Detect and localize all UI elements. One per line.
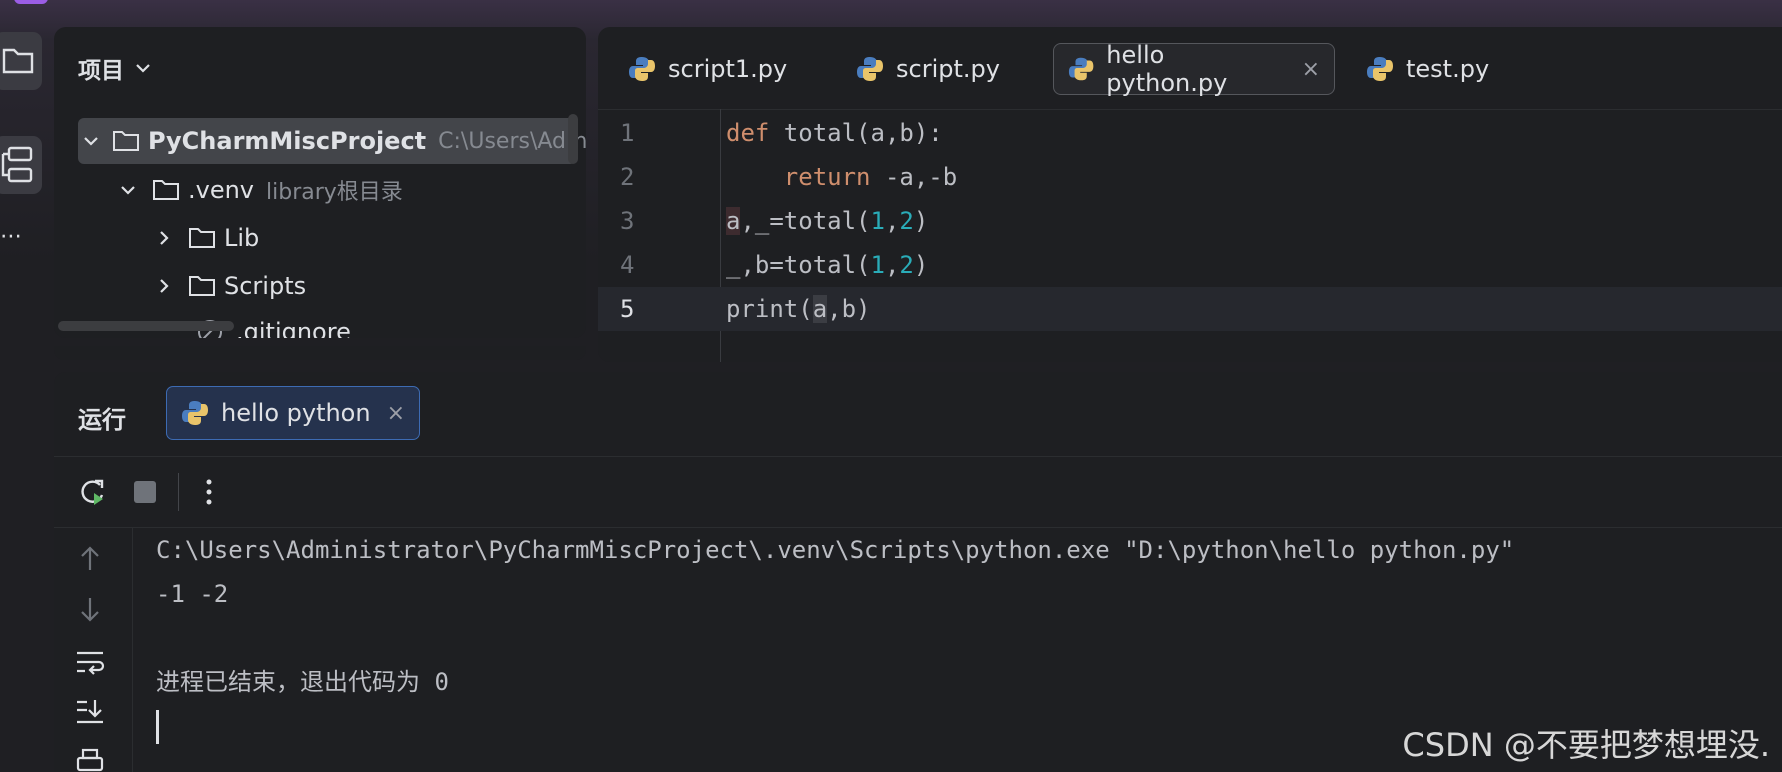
code-text: return -a,-b — [783, 163, 958, 191]
folder-icon — [189, 228, 215, 248]
python-file-icon — [629, 57, 655, 81]
activity-bar: ⋯ — [0, 0, 48, 772]
folder-icon — [189, 276, 215, 296]
code-line[interactable]: 3 a,_=total(1,2) — [598, 199, 1782, 243]
console-side-toolbar — [54, 528, 133, 772]
run-toolbar — [54, 457, 1782, 528]
line-number: 4 — [620, 251, 635, 279]
tab-label: test.py — [1406, 55, 1490, 83]
python-file-icon — [1068, 57, 1094, 81]
watermark: CSDN @不要把梦想埋没. — [1402, 726, 1770, 764]
toolbar-separator — [178, 473, 179, 511]
tree-item-label: Scripts — [224, 272, 307, 300]
horizontal-scrollbar[interactable] — [58, 321, 234, 331]
more-tools-icon[interactable]: ⋯ — [0, 224, 23, 249]
arrow-up-icon — [81, 546, 99, 570]
tree-item-label: .gitignore — [236, 318, 351, 338]
tree-item-label: .venv — [188, 176, 255, 204]
stop-icon — [134, 481, 156, 503]
tab-label: script1.py — [668, 55, 788, 83]
tree-item-label: Lib — [224, 224, 260, 252]
close-icon[interactable]: × — [387, 401, 405, 426]
project-panel-header[interactable]: 项目 — [78, 51, 152, 85]
code-line[interactable]: 2 return -a,-b — [598, 155, 1782, 199]
editor-panel: script1.py script.py hello python.py × t… — [598, 27, 1782, 362]
console-line: C:\Users\Administrator\PyCharmMiscProjec… — [156, 536, 1515, 564]
tab-hello-python[interactable]: hello python.py × — [1053, 41, 1335, 97]
code-line[interactable]: 1 def total(a,b): — [598, 111, 1782, 155]
chevron-right-icon[interactable] — [158, 277, 170, 295]
run-panel: 运行 hello python × C:\Users\Administrator… — [54, 372, 1782, 772]
structure-icon — [1, 146, 33, 183]
console-line: -1 -2 — [156, 580, 229, 608]
python-file-icon — [1367, 57, 1393, 81]
project-tool-button[interactable] — [0, 32, 42, 90]
tree-item-scripts[interactable]: Scripts — [152, 263, 306, 309]
tree-item-root[interactable]: PyCharmMiscProject C:\Users\Admi — [78, 118, 586, 164]
run-panel-header: 运行 hello python × — [54, 372, 1782, 457]
scroll-to-end-icon — [77, 700, 103, 724]
chevron-down-icon[interactable] — [82, 135, 100, 147]
line-number: 5 — [620, 295, 635, 323]
tab-script1[interactable]: script1.py — [614, 43, 801, 95]
chevron-right-icon[interactable] — [158, 229, 170, 247]
run-config-tab[interactable]: hello python × — [166, 386, 420, 440]
soft-wrap-icon — [77, 651, 105, 675]
chevron-down-icon — [136, 64, 150, 73]
tab-label: hello python.py — [1106, 41, 1228, 97]
code-text: _,b=total(1,2) — [726, 251, 929, 279]
tree-item-venv[interactable]: .venv library根目录 — [116, 167, 403, 213]
project-panel-title: 项目 — [78, 58, 124, 84]
editor-tab-bar: script1.py script.py hello python.py × t… — [598, 27, 1782, 110]
tree-item-path: C:\Users\Admi — [438, 128, 586, 154]
folder-icon — [2, 48, 34, 74]
scroll-to-end-button[interactable] — [74, 696, 106, 728]
folder-icon — [113, 131, 139, 151]
console-input-line[interactable] — [156, 704, 1514, 748]
console-line: 进程已结束，退出代码为 0 — [156, 668, 449, 696]
project-panel: 项目 PyCharmMiscProject C:\Users\Admi .ven… — [54, 27, 586, 338]
structure-tool-button[interactable] — [0, 136, 42, 194]
line-number: 3 — [620, 207, 635, 235]
console-output[interactable]: C:\Users\Administrator\PyCharmMiscProjec… — [156, 528, 1514, 748]
printer-icon — [76, 748, 104, 772]
panel-divider[interactable] — [54, 346, 586, 360]
python-file-icon — [857, 57, 883, 81]
line-number: 1 — [620, 119, 635, 147]
vertical-scrollbar[interactable] — [568, 114, 578, 164]
code-text: def total(a,b): — [726, 119, 943, 147]
rerun-button[interactable] — [78, 477, 108, 507]
app-logo — [14, 0, 48, 4]
python-file-icon — [182, 401, 208, 425]
soft-wrap-button[interactable] — [74, 646, 106, 678]
tab-test[interactable]: test.py — [1352, 43, 1503, 95]
rerun-icon — [81, 479, 104, 505]
tree-item-lib[interactable]: Lib — [152, 215, 259, 261]
tree-item-hint: library根目录 — [266, 180, 403, 205]
tree-item-label: PyCharmMiscProject — [148, 127, 427, 155]
arrow-down-icon — [81, 598, 99, 622]
line-number: 2 — [620, 163, 635, 191]
ide-window: ⋯ 项目 PyCharmMiscProject C:\Users\Admi .v… — [0, 0, 1782, 772]
run-tab-label: hello python — [221, 399, 371, 427]
code-text: a,_=total(1,2) — [726, 207, 929, 235]
close-icon[interactable]: × — [1302, 57, 1320, 82]
code-line-current[interactable]: 5 print(a,b) — [598, 287, 1782, 331]
scroll-up-button[interactable] — [74, 542, 106, 574]
print-button[interactable] — [74, 744, 106, 772]
more-vertical-icon — [206, 479, 212, 505]
folder-icon — [153, 180, 179, 200]
code-line[interactable]: 4 _,b=total(1,2) — [598, 243, 1782, 287]
scroll-down-button[interactable] — [74, 594, 106, 626]
tab-label: script.py — [896, 55, 1000, 83]
run-panel-title: 运行 — [78, 406, 126, 434]
chevron-down-icon[interactable] — [119, 184, 137, 196]
code-text: print(a,b) — [726, 295, 871, 323]
text-cursor — [156, 710, 159, 744]
stop-button[interactable] — [130, 477, 160, 507]
more-options-button[interactable] — [194, 477, 224, 507]
tab-script[interactable]: script.py — [842, 43, 1014, 95]
